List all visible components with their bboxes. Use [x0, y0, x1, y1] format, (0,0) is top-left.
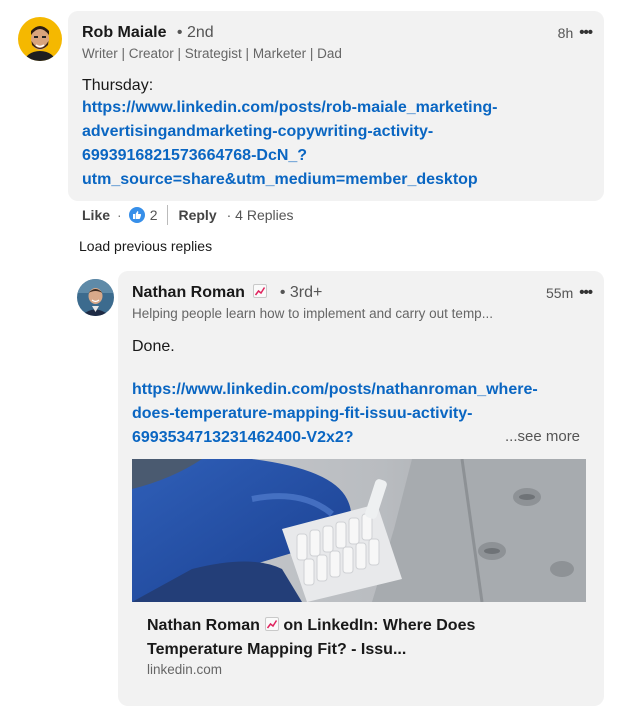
- like-button[interactable]: Like: [82, 207, 110, 223]
- trending-chart-emoji-icon: [264, 617, 279, 631]
- reply-link-line[interactable]: 6993534713231462400-V2x2?: [132, 426, 538, 450]
- trending-chart-emoji-icon: [253, 284, 268, 298]
- reply-button[interactable]: Reply: [178, 207, 216, 223]
- comment-actions: Like · 2 Reply · 4 Replies: [82, 205, 294, 225]
- link-preview-domain: linkedin.com: [147, 662, 223, 677]
- comment-link-line[interactable]: 6993916821573664768-DcN_?: [82, 144, 497, 168]
- link-preview-image[interactable]: [132, 459, 586, 602]
- reply-author-line: Nathan Roman • 3rd+: [132, 284, 322, 302]
- load-previous-replies-button[interactable]: Load previous replies: [79, 238, 212, 254]
- reaction-count[interactable]: 2: [150, 207, 158, 223]
- preview-title-line2: Temperature Mapping Fit? - Issu...: [147, 641, 407, 658]
- preview-title-rest: on LinkedIn: Where Does: [278, 617, 476, 634]
- nathan-roman-avatar[interactable]: [77, 279, 114, 316]
- reply-author-name[interactable]: Nathan Roman: [132, 284, 245, 301]
- comment-text: Thursday:: [82, 77, 154, 94]
- reply-link[interactable]: https://www.linkedin.com/posts/nathanrom…: [132, 378, 538, 450]
- reply-text: Done.: [132, 338, 175, 355]
- rob-maiale-avatar[interactable]: [18, 17, 62, 61]
- comment-connection-degree: • 2nd: [176, 24, 214, 41]
- comment-link-line[interactable]: https://www.linkedin.com/posts/rob-maial…: [82, 96, 497, 120]
- replies-count[interactable]: · 4 Replies: [227, 207, 294, 223]
- reply-link-line[interactable]: https://www.linkedin.com/posts/nathanrom…: [132, 378, 538, 402]
- reply-meta: 55m •••: [546, 284, 593, 301]
- separator-dot: ·: [117, 207, 122, 223]
- reply-connection-degree: • 3rd+: [279, 284, 323, 301]
- comment-link[interactable]: https://www.linkedin.com/posts/rob-maial…: [82, 96, 497, 192]
- see-more-button[interactable]: ...see more: [505, 428, 580, 445]
- reply-author-headline: Helping people learn how to implement an…: [132, 306, 493, 321]
- more-options-icon[interactable]: •••: [579, 24, 593, 41]
- comment-author-line: Rob Maiale • 2nd: [82, 24, 214, 42]
- preview-title-name: Nathan Roman: [147, 617, 260, 634]
- reply-timestamp: 55m: [546, 284, 574, 301]
- thumbs-up-reaction-icon[interactable]: [128, 207, 145, 223]
- comment-link-line[interactable]: advertisingandmarketing-copywriting-acti…: [82, 120, 497, 144]
- comment-link-line[interactable]: utm_source=share&utm_medium=member_deskt…: [82, 168, 497, 192]
- comment-meta: 8h •••: [557, 24, 593, 41]
- comment-author-headline: Writer | Creator | Strategist | Marketer…: [82, 46, 342, 61]
- reply-link-line[interactable]: does-temperature-mapping-fit-issuu-activ…: [132, 402, 538, 426]
- link-preview-title[interactable]: Nathan Roman on LinkedIn: Where Does Tem…: [147, 614, 567, 662]
- comment-timestamp: 8h: [557, 24, 574, 41]
- more-options-icon[interactable]: •••: [579, 284, 593, 301]
- divider: [167, 205, 169, 225]
- comment-author-name[interactable]: Rob Maiale: [82, 24, 166, 41]
